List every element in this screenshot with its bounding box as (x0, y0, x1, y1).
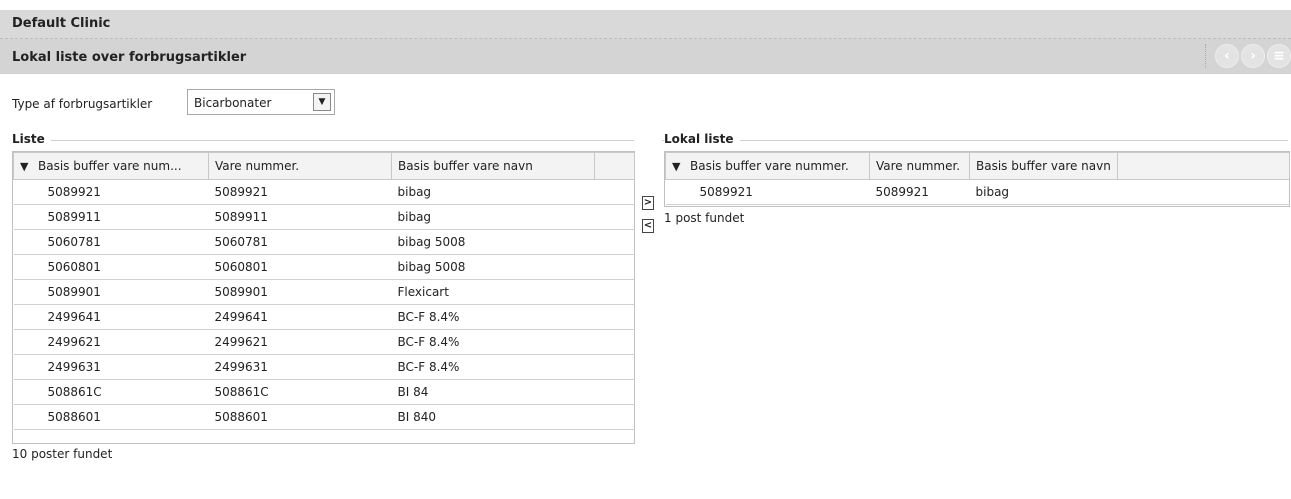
column-header-label: Basis buffer vare navn (976, 159, 1111, 173)
table-row[interactable]: 5089911 5089911 bibag (13, 204, 635, 230)
liste-found-count: 10 poster fundet (12, 447, 113, 461)
table-cell: BC-F 8.4% (391, 329, 595, 355)
table-row[interactable]: 2499641 2499641 BC-F 8.4% (13, 304, 635, 330)
table-cell-empty (594, 404, 635, 430)
column-header-empty (594, 152, 635, 180)
table-cell: BC-F 8.4% (391, 304, 595, 330)
table-cell-empty (594, 229, 635, 255)
column-header-label: Vare nummer. (876, 159, 961, 173)
table-cell: 5088601 (13, 404, 209, 430)
column-header-empty (1117, 152, 1290, 180)
table-row[interactable]: 2499621 2499621 BC-F 8.4% (13, 329, 635, 355)
table-cell: bibag (969, 179, 1118, 205)
table-cell-empty (1117, 179, 1290, 205)
page-header: Lokal liste over forbrugsartikler ‹ › ≡ (0, 39, 1291, 74)
page-title: Lokal liste over forbrugsartikler (12, 50, 247, 65)
table-cell: 5089911 (13, 204, 209, 230)
table-cell: 2499641 (13, 304, 209, 330)
table-row[interactable]: 5089921 5089921 bibag (665, 179, 1290, 205)
table-row[interactable]: 5088601 5088601 BI 840 (13, 404, 635, 430)
clinic-name: Default Clinic (12, 16, 111, 31)
separator (1205, 44, 1207, 68)
table-cell-empty (594, 179, 635, 205)
table-cell: 2499641 (208, 304, 392, 330)
table-cell: 5089911 (208, 204, 392, 230)
move-left-button[interactable]: < (642, 219, 654, 233)
table-cell: bibag (391, 179, 595, 205)
table-cell: 5060781 (13, 229, 209, 255)
prev-button[interactable]: ‹ (1215, 44, 1239, 68)
chevron-right-icon: › (1250, 48, 1256, 64)
filter-icon[interactable]: ▼ (672, 160, 686, 173)
lokal-liste-divider (662, 140, 1288, 141)
lokal-liste-label: Lokal liste (664, 132, 740, 146)
table-header-row: ▼ Basis buffer vare num... Vare nummer. B… (13, 152, 635, 180)
lokal-liste-table: ▼ Basis buffer vare nummer. Vare nummer. … (664, 151, 1290, 207)
table-cell-empty (594, 204, 635, 230)
table-cell: 5089921 (208, 179, 392, 205)
table-cell: bibag 5008 (391, 254, 595, 280)
move-right-button[interactable]: > (642, 196, 654, 210)
next-button[interactable]: › (1241, 44, 1265, 68)
chevron-left-icon: ‹ (1224, 48, 1230, 64)
table-cell: 5060801 (208, 254, 392, 280)
table-cell: 5089921 (13, 179, 209, 205)
column-header-label: Basis buffer vare num... (38, 159, 182, 173)
table-cell: BI 84 (391, 379, 595, 405)
column-header-label: Vare nummer. (215, 159, 300, 173)
table-cell: 5089901 (208, 279, 392, 305)
nav-buttons: ‹ › ≡ (1205, 44, 1291, 70)
column-header[interactable]: Vare nummer. (869, 152, 970, 180)
table-cell-empty (594, 329, 635, 355)
liste-label: Liste (12, 132, 51, 146)
table-cell: BC-F 8.4% (391, 354, 595, 380)
table-row[interactable]: 5089901 5089901 Flexicart (13, 279, 635, 305)
table-cell: bibag 5008 (391, 229, 595, 255)
table-cell: BI 840 (391, 404, 595, 430)
table-cell: Flexicart (391, 279, 595, 305)
table-cell-empty (594, 304, 635, 330)
table-cell: 5089901 (13, 279, 209, 305)
table-header-row: ▼ Basis buffer vare nummer. Vare nummer. … (665, 152, 1290, 180)
table-cell: 5089921 (665, 179, 870, 205)
table-cell: 5088601 (208, 404, 392, 430)
column-header[interactable]: ▼ Basis buffer vare num... (13, 152, 209, 180)
table-row[interactable]: 5089921 5089921 bibag (13, 179, 635, 205)
clinic-header: Default Clinic (0, 10, 1291, 39)
table-row[interactable]: 5060801 5060801 bibag 5008 (13, 254, 635, 280)
liste-table: ▼ Basis buffer vare num... Vare nummer. B… (12, 151, 635, 444)
table-cell: 2499631 (208, 354, 392, 380)
column-header[interactable]: ▼ Basis buffer vare nummer. (665, 152, 870, 180)
type-select-value: Bicarbonater (194, 96, 272, 110)
table-cell-empty (594, 279, 635, 305)
table-cell: 5060781 (208, 229, 392, 255)
menu-button[interactable]: ≡ (1267, 44, 1291, 68)
table-cell: 508861C (13, 379, 209, 405)
column-header[interactable]: Basis buffer vare navn (969, 152, 1118, 180)
table-row[interactable]: 2499631 2499631 BC-F 8.4% (13, 354, 635, 380)
table-cell-empty (594, 379, 635, 405)
table-cell-empty (594, 254, 635, 280)
type-label: Type af forbrugsartikler (12, 97, 153, 111)
chevron-down-icon[interactable]: ▼ (313, 93, 331, 111)
table-cell: 2499621 (208, 329, 392, 355)
table-cell-empty (594, 354, 635, 380)
column-header-label: Basis buffer vare nummer. (690, 159, 849, 173)
liste-divider (12, 140, 634, 141)
type-select[interactable]: Bicarbonater ▼ (187, 89, 335, 115)
table-cell: 5060801 (13, 254, 209, 280)
table-cell: 508861C (208, 379, 392, 405)
table-row[interactable]: 508861C 508861C BI 84 (13, 379, 635, 405)
table-cell: 5089921 (869, 179, 970, 205)
menu-icon: ≡ (1273, 48, 1285, 64)
column-header[interactable]: Vare nummer. (208, 152, 392, 180)
column-header-label: Basis buffer vare navn (398, 159, 533, 173)
table-row[interactable]: 5060781 5060781 bibag 5008 (13, 229, 635, 255)
column-header[interactable]: Basis buffer vare navn (391, 152, 595, 180)
table-cell: bibag (391, 204, 595, 230)
lokal-liste-found-count: 1 post fundet (664, 211, 745, 225)
table-cell: 2499631 (13, 354, 209, 380)
table-cell: 2499621 (13, 329, 209, 355)
filter-icon[interactable]: ▼ (20, 160, 34, 173)
